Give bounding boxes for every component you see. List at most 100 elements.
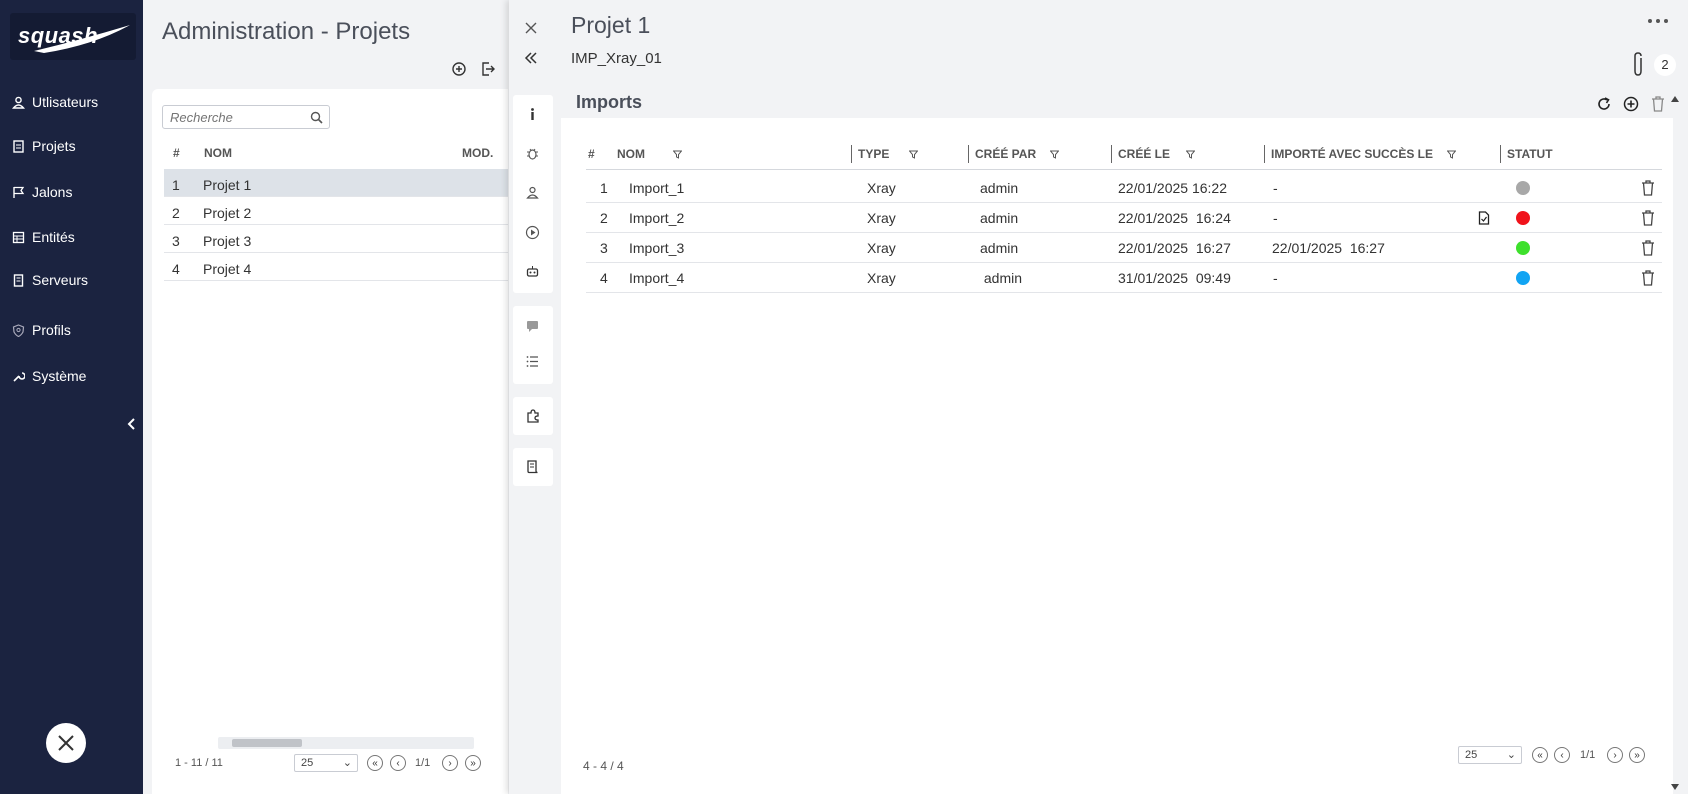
sidebar-item-systeme[interactable]: Système — [12, 368, 86, 384]
report-file-icon[interactable] — [1478, 211, 1490, 225]
page-size-select[interactable]: 25 ⌄ — [1458, 746, 1522, 764]
column-header-cree-par[interactable]: CRÉÉ PAR — [968, 145, 1060, 163]
add-import-icon[interactable] — [1623, 96, 1639, 112]
table-row[interactable]: 3 Import_3 Xray admin 22/01/2025 16:27 2… — [586, 233, 1662, 263]
table-row[interactable]: 4 Projet 4 — [164, 253, 508, 281]
search-icon[interactable] — [310, 111, 323, 124]
double-chevron-left-icon[interactable] — [524, 51, 538, 65]
import-type: Xray — [867, 240, 896, 256]
column-header-mod[interactable]: MOD. — [462, 146, 493, 160]
row-number: 4 — [172, 261, 180, 277]
column-header-nom[interactable]: NOM — [204, 146, 232, 160]
column-separator[interactable] — [968, 145, 969, 163]
next-page-button[interactable]: › — [442, 755, 458, 771]
trash-icon[interactable] — [1640, 179, 1656, 197]
column-header-type[interactable]: TYPE — [851, 145, 919, 163]
table-row[interactable]: 2 Import_2 Xray admin 22/01/2025 16:24 - — [586, 203, 1662, 233]
export-icon[interactable] — [480, 61, 496, 77]
column-header-nom[interactable]: NOM — [617, 147, 682, 161]
table-row[interactable]: 1 Projet 1 — [164, 169, 508, 197]
detail-nav-group — [513, 448, 553, 486]
search-field[interactable] — [162, 105, 330, 129]
list-icon[interactable] — [525, 354, 540, 369]
attachment-icon[interactable] — [1630, 50, 1646, 78]
project-list-panel: # NOM MOD. 1 Projet 1 2 Projet 2 3 Proje… — [152, 89, 508, 794]
filter-icon[interactable] — [1186, 150, 1196, 159]
page-indicator: 1/1 — [1580, 749, 1596, 761]
status-indicator — [1516, 271, 1530, 285]
column-separator[interactable] — [1111, 145, 1112, 163]
table-row[interactable]: 2 Projet 2 — [164, 197, 508, 225]
status-indicator — [1516, 181, 1530, 195]
column-header-cree-le[interactable]: CRÉÉ LE — [1111, 145, 1196, 163]
filter-icon[interactable] — [1050, 150, 1060, 159]
detail-nav-group — [513, 306, 553, 384]
more-options-icon[interactable] — [1647, 17, 1669, 25]
header-label: # — [588, 147, 595, 161]
column-header-importe-le[interactable]: IMPORTÉ AVEC SUCCÈS LE — [1264, 145, 1457, 163]
user-icon[interactable] — [525, 185, 540, 200]
imported-on: 22/01/2025 16:27 — [1272, 240, 1385, 256]
vertical-scrollbar[interactable] — [1670, 92, 1680, 794]
sidebar-item-profils[interactable]: Profils — [12, 322, 71, 338]
first-page-button[interactable]: « — [1532, 747, 1548, 763]
filter-icon[interactable] — [1447, 150, 1457, 159]
created-by: admin — [980, 180, 1019, 196]
sidebar-item-utilisateurs[interactable]: Utlisateurs — [12, 94, 98, 110]
trash-icon[interactable] — [1640, 239, 1656, 257]
sidebar-item-jalons[interactable]: Jalons — [12, 184, 72, 200]
import-type: Xray — [867, 270, 896, 286]
detail-nav-group — [513, 95, 553, 293]
header-label: CRÉÉ PAR — [975, 147, 1037, 161]
chevron-left-icon: ‹ — [396, 757, 400, 769]
column-separator[interactable] — [1500, 145, 1501, 163]
pagination-range: 4 - 4 / 4 — [583, 759, 624, 773]
table-row[interactable]: 4 Import_4 Xray admin 31/01/2025 09:49 - — [586, 263, 1662, 293]
sidebar-item-label: Jalons — [32, 184, 73, 200]
play-icon[interactable] — [525, 225, 540, 240]
main-sidebar: squash Utlisateurs Projets Jalons Entité… — [0, 0, 143, 794]
search-input[interactable] — [163, 106, 303, 128]
scrollbar-thumb[interactable] — [232, 739, 302, 747]
trash-icon[interactable] — [1640, 269, 1656, 287]
filter-icon[interactable] — [673, 150, 682, 159]
message-icon[interactable] — [525, 318, 540, 333]
sidebar-item-serveurs[interactable]: Serveurs — [12, 272, 88, 288]
bug-icon[interactable] — [525, 146, 540, 161]
previous-page-button[interactable]: ‹ — [1554, 747, 1570, 763]
created-on: 31/01/2025 09:49 — [1118, 270, 1231, 286]
last-page-button[interactable]: » — [465, 755, 481, 771]
imported-on: - — [1273, 270, 1278, 286]
trash-icon[interactable] — [1640, 209, 1656, 227]
next-page-button[interactable]: › — [1607, 747, 1623, 763]
first-page-button[interactable]: « — [367, 755, 383, 771]
table-icon — [12, 231, 25, 243]
status-indicator — [1516, 211, 1530, 225]
last-page-button[interactable]: » — [1629, 747, 1645, 763]
page-size-select[interactable]: 25 ⌄ — [294, 754, 358, 772]
horizontal-scrollbar[interactable] — [218, 737, 474, 749]
collapse-sidebar-icon[interactable] — [126, 416, 138, 432]
close-fab-button[interactable] — [46, 723, 86, 763]
import-type: Xray — [867, 180, 896, 196]
sidebar-item-projets[interactable]: Projets — [12, 138, 76, 154]
delete-all-icon[interactable] — [1650, 95, 1666, 113]
table-row[interactable]: 1 Import_1 Xray admin 22/01/2025 16:22 - — [586, 173, 1662, 203]
previous-page-button[interactable]: ‹ — [390, 755, 406, 771]
chevron-down-icon: ⌄ — [342, 757, 352, 769]
import-log-icon[interactable] — [525, 459, 540, 474]
add-project-icon[interactable] — [451, 61, 467, 77]
info-icon[interactable] — [525, 107, 540, 122]
detail-nav-group — [513, 397, 553, 435]
squash-logo[interactable]: squash — [10, 13, 136, 60]
plugin-icon[interactable] — [525, 408, 540, 423]
filter-icon[interactable] — [909, 150, 919, 159]
column-separator[interactable] — [1264, 145, 1265, 163]
sidebar-item-entites[interactable]: Entités — [12, 229, 75, 245]
page-size-value: 25 — [1465, 749, 1478, 761]
close-panel-icon[interactable] — [524, 21, 538, 35]
refresh-icon[interactable] — [1596, 96, 1612, 112]
robot-icon[interactable] — [525, 264, 540, 279]
table-row[interactable]: 3 Projet 3 — [164, 225, 508, 253]
column-separator[interactable] — [851, 145, 852, 163]
